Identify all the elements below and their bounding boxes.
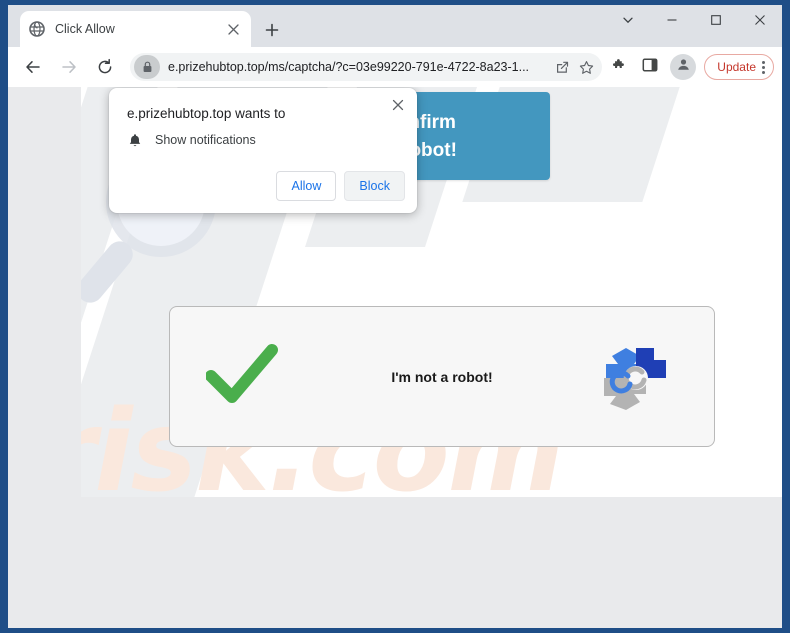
- back-arrow-icon: [24, 58, 42, 76]
- screenshot-root: Click Allow e.prizehubtop.top/ms/captcha…: [0, 0, 790, 633]
- permission-popup-title: e.prizehubtop.top wants to: [127, 106, 286, 121]
- allow-button[interactable]: Allow: [276, 171, 337, 201]
- close-icon[interactable]: [387, 94, 409, 116]
- tab-strip: Click Allow: [8, 5, 782, 47]
- three-dot-menu-icon[interactable]: [762, 60, 767, 74]
- minimize-icon: [666, 13, 678, 31]
- bell-icon: [127, 132, 143, 148]
- browser-toolbar: e.prizehubtop.top/ms/captcha/?c=03e99220…: [8, 47, 782, 87]
- permission-row: Show notifications: [127, 132, 256, 148]
- forward-button[interactable]: [54, 52, 84, 82]
- chevron-down-icon: [622, 13, 634, 31]
- side-panel-button[interactable]: [636, 53, 664, 81]
- close-window-button[interactable]: [738, 5, 782, 39]
- puzzle-piece-icon: [611, 56, 628, 78]
- close-icon[interactable]: [224, 20, 242, 38]
- back-button[interactable]: [18, 52, 48, 82]
- block-button[interactable]: Block: [344, 171, 405, 201]
- new-tab-button[interactable]: [257, 17, 287, 47]
- forward-arrow-icon: [60, 58, 78, 76]
- page-viewport: risk.com to confirm ot a robot! I'm not …: [8, 87, 782, 628]
- tab-title: Click Allow: [55, 22, 115, 36]
- tab-search-button[interactable]: [606, 5, 650, 39]
- share-icon[interactable]: [550, 55, 574, 79]
- update-label: Update: [717, 60, 756, 74]
- side-panel-icon: [642, 57, 658, 78]
- extensions-button[interactable]: [605, 53, 633, 81]
- captcha-box[interactable]: I'm not a robot!: [169, 306, 715, 447]
- minimize-button[interactable]: [650, 5, 694, 39]
- address-bar[interactable]: e.prizehubtop.top/ms/captcha/?c=03e99220…: [130, 53, 603, 81]
- maximize-icon: [710, 13, 722, 31]
- refresh-arrows-logo-icon: [596, 344, 676, 417]
- update-button[interactable]: Update: [704, 54, 774, 80]
- notification-permission-popup: e.prizehubtop.top wants to Show notifica…: [109, 88, 417, 213]
- close-icon: [754, 13, 766, 31]
- lock-icon[interactable]: [134, 55, 160, 79]
- reload-button[interactable]: [90, 52, 120, 82]
- permission-actions: Allow Block: [276, 171, 405, 201]
- reload-icon: [96, 58, 114, 76]
- globe-icon: [29, 21, 45, 37]
- maximize-button[interactable]: [694, 5, 738, 39]
- window-controls: [606, 5, 782, 47]
- permission-label: Show notifications: [155, 133, 256, 147]
- plus-icon: [265, 23, 279, 42]
- profile-avatar[interactable]: [670, 54, 697, 80]
- browser-tab[interactable]: Click Allow: [20, 11, 251, 47]
- profile-avatar-icon: [676, 57, 691, 77]
- url-text: e.prizehubtop.top/ms/captcha/?c=03e99220…: [168, 60, 530, 74]
- star-icon[interactable]: [574, 55, 598, 79]
- browser-window: Click Allow e.prizehubtop.top/ms/captcha…: [8, 5, 782, 628]
